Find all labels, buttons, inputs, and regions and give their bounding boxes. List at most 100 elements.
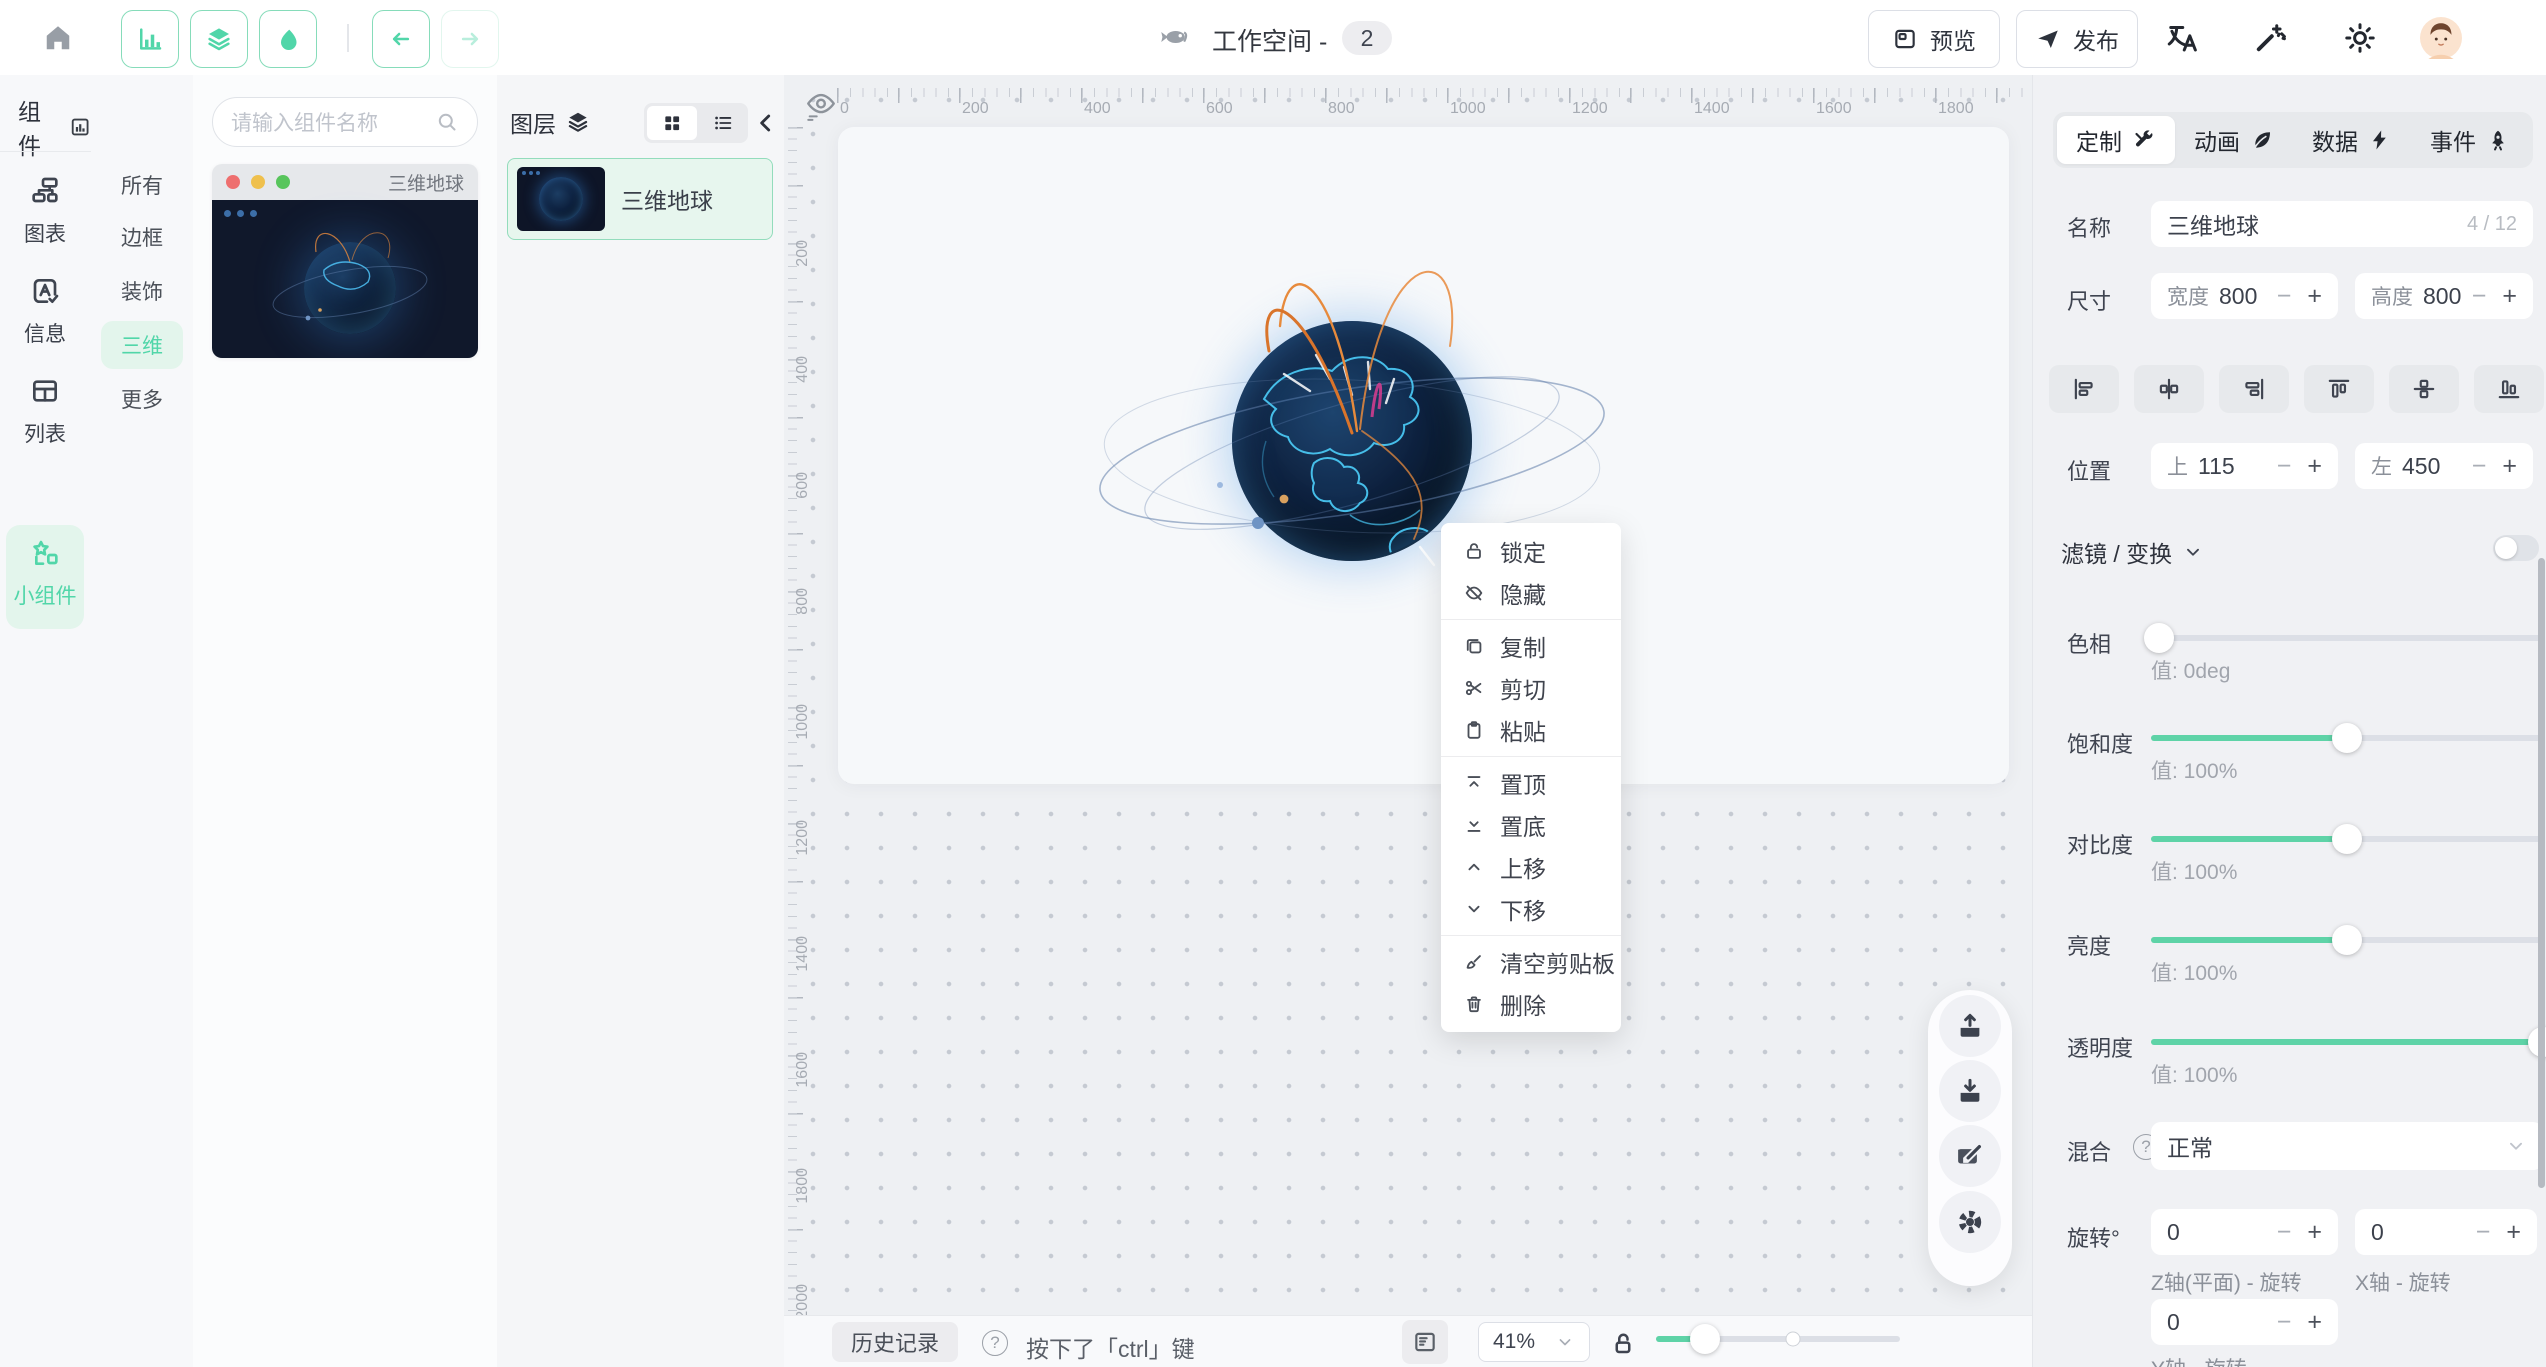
redo-button[interactable]: [441, 10, 499, 68]
category-3d[interactable]: 三维: [101, 321, 183, 369]
context-menu-item-paste[interactable]: 粘贴: [1441, 709, 1621, 751]
magic-wand-icon[interactable]: [2252, 20, 2288, 61]
guideline-toggle-button[interactable]: [1402, 1320, 1448, 1364]
decrement-button[interactable]: −: [2472, 282, 2487, 311]
context-menu-item-clear-clipboard[interactable]: 清空剪贴板: [1441, 941, 1621, 983]
position-top-stepper[interactable]: 上 115 − +: [2151, 443, 2338, 489]
sidebar-item-charts[interactable]: 图表: [6, 167, 84, 253]
align-bottom-button[interactable]: [2474, 365, 2544, 413]
increment-button[interactable]: +: [2307, 1308, 2322, 1337]
slider-handle[interactable]: [2332, 824, 2362, 854]
inspector-scrollbar[interactable]: [2538, 558, 2545, 1188]
category-decoration[interactable]: 装饰: [101, 267, 183, 315]
category-border[interactable]: 边框: [101, 213, 183, 261]
home-icon[interactable]: [40, 20, 76, 61]
category-all[interactable]: 所有: [101, 161, 183, 209]
sidebar-item-widgets[interactable]: 小组件: [6, 525, 84, 629]
rotate-z-stepper[interactable]: 0 − +: [2151, 1209, 2338, 1255]
material-tool-button[interactable]: [259, 10, 317, 68]
context-menu-item-lock[interactable]: 锁定: [1441, 530, 1621, 572]
filter-toggle[interactable]: [2493, 535, 2539, 561]
rotate-x-stepper[interactable]: 0 − +: [2355, 1209, 2537, 1255]
app-root: 工作空间 - 2 预览 发布 组件 图表: [0, 0, 2546, 1367]
list-view-button[interactable]: [697, 112, 748, 134]
sidebar-item-label: 列表: [6, 418, 84, 448]
sidebar-item-info[interactable]: 信息: [6, 267, 84, 353]
increment-button[interactable]: +: [2307, 282, 2322, 311]
category-more[interactable]: 更多: [101, 375, 183, 423]
context-menu-item-to-top[interactable]: 置顶: [1441, 762, 1621, 804]
help-icon[interactable]: ?: [982, 1330, 1008, 1356]
context-menu-item-to-bottom[interactable]: 置底: [1441, 804, 1621, 846]
history-button[interactable]: 历史记录: [832, 1322, 958, 1362]
increment-button[interactable]: +: [2307, 452, 2322, 481]
publish-button[interactable]: 发布: [2016, 10, 2138, 68]
decrement-button[interactable]: −: [2277, 282, 2292, 311]
component-card-3d-earth[interactable]: 三维地球: [212, 164, 478, 358]
increment-button[interactable]: +: [2502, 452, 2517, 481]
decrement-button[interactable]: −: [2277, 1218, 2292, 1247]
context-menu-item-cut[interactable]: 剪切: [1441, 667, 1621, 709]
import-button[interactable]: [1939, 995, 2001, 1057]
decrement-button[interactable]: −: [2472, 452, 2487, 481]
position-left-stepper[interactable]: 左 450 − +: [2355, 443, 2533, 489]
align-left-button[interactable]: [2049, 365, 2119, 413]
zoom-select[interactable]: 41%: [1478, 1322, 1590, 1362]
name-input[interactable]: 三维地球 4 / 12: [2151, 201, 2533, 247]
decrement-button[interactable]: −: [2277, 452, 2292, 481]
tab-data[interactable]: 数据: [2293, 116, 2411, 164]
language-icon[interactable]: [2164, 20, 2200, 61]
settings-button[interactable]: [1939, 1191, 2001, 1253]
hue-label: 色相: [2067, 627, 2111, 659]
zoom-slider-handle[interactable]: [1690, 1324, 1720, 1354]
contrast-slider[interactable]: [2151, 836, 2543, 842]
collapse-panel-icon[interactable]: [753, 110, 779, 141]
decrement-button[interactable]: −: [2277, 1308, 2292, 1337]
context-menu-item-move-down[interactable]: 下移: [1441, 888, 1621, 930]
opacity-slider[interactable]: [2151, 1039, 2543, 1045]
filter-section-header[interactable]: 滤镜 / 变换: [2061, 535, 2204, 569]
undo-button[interactable]: [372, 10, 430, 68]
increment-button[interactable]: +: [2502, 282, 2517, 311]
slider-handle[interactable]: [2332, 723, 2362, 753]
increment-button[interactable]: +: [2506, 1218, 2521, 1247]
slider-handle[interactable]: [2144, 623, 2174, 653]
align-center-h-button[interactable]: [2134, 365, 2204, 413]
align-middle-v-button[interactable]: [2389, 365, 2459, 413]
brightness-slider[interactable]: [2151, 937, 2543, 943]
slider-handle[interactable]: [2332, 925, 2362, 955]
blend-select[interactable]: 正常: [2151, 1122, 2543, 1170]
align-right-button[interactable]: [2219, 365, 2289, 413]
layer-item-3d-earth[interactable]: 三维地球: [507, 158, 773, 240]
canvas[interactable]: 020040060080010001200140016001800 200400…: [784, 75, 2032, 1367]
zoom-slider[interactable]: [1656, 1336, 1900, 1348]
tab-animation[interactable]: 动画: [2175, 116, 2293, 164]
download-button[interactable]: [1939, 1060, 2001, 1122]
tab-event[interactable]: 事件: [2411, 116, 2529, 164]
context-menu-item-delete[interactable]: 删除: [1441, 983, 1621, 1025]
height-stepper[interactable]: 高度 800 − +: [2355, 273, 2533, 319]
edit-button[interactable]: [1939, 1125, 2001, 1187]
context-menu-item-hide[interactable]: 隐藏: [1441, 572, 1621, 614]
chart-tool-button[interactable]: [121, 10, 179, 68]
align-top-button[interactable]: [2304, 365, 2374, 413]
preview-button[interactable]: 预览: [1868, 10, 2000, 68]
width-stepper[interactable]: 宽度 800 − +: [2151, 273, 2338, 319]
layers-tool-button[interactable]: [190, 10, 248, 68]
theme-toggle-icon[interactable]: [2342, 20, 2378, 61]
rotate-y-stepper[interactable]: 0 − +: [2151, 1299, 2338, 1345]
contrast-value: 值: 100%: [2151, 856, 2237, 886]
context-menu-item-copy[interactable]: 复制: [1441, 625, 1621, 667]
grid-view-button[interactable]: [647, 106, 697, 140]
sidebar-item-list[interactable]: 列表: [6, 367, 84, 453]
context-menu-item-move-up[interactable]: 上移: [1441, 846, 1621, 888]
hue-slider[interactable]: [2151, 635, 2543, 641]
saturation-slider[interactable]: [2151, 735, 2543, 741]
tab-customize[interactable]: 定制: [2057, 116, 2175, 164]
avatar[interactable]: [2420, 17, 2462, 64]
layer-panel: 图层 三维地球: [497, 75, 785, 1367]
search-input[interactable]: 请输入组件名称: [212, 97, 478, 147]
increment-button[interactable]: +: [2307, 1218, 2322, 1247]
decrement-button[interactable]: −: [2476, 1218, 2491, 1247]
zoom-lock-icon[interactable]: [1608, 1327, 1638, 1362]
